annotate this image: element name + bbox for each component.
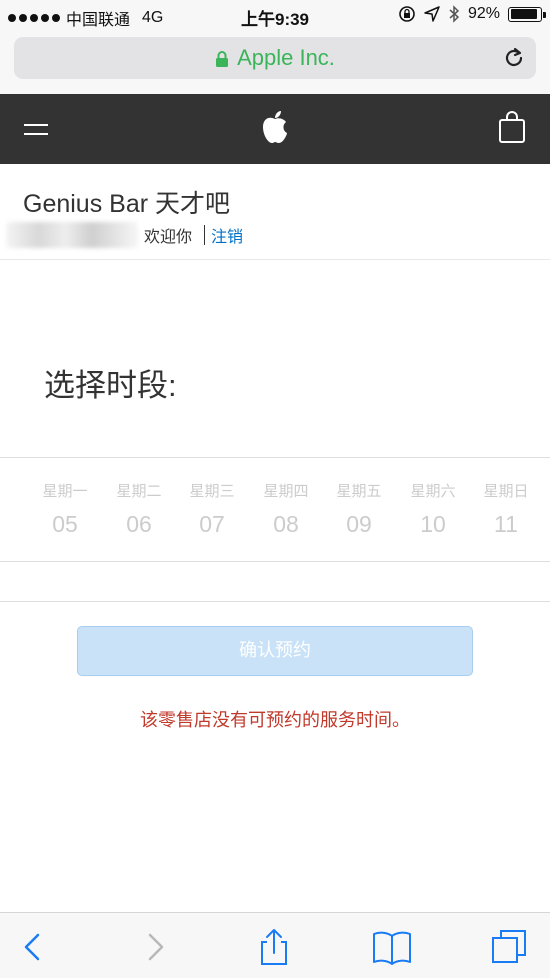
signout-link[interactable]: 注销 [211, 223, 243, 247]
day-option[interactable]: 星期二 06 [104, 480, 174, 538]
bluetooth-icon [449, 5, 460, 23]
network-type: 4G [142, 9, 164, 26]
day-option[interactable]: 星期一 05 [30, 480, 100, 538]
no-availability-message: 该零售店没有可预约的服务时间。 [140, 710, 410, 730]
day-option[interactable]: 星期日 11 [471, 480, 541, 538]
date-number: 09 [346, 511, 372, 537]
signal-strength-icon [8, 14, 60, 22]
day-option[interactable]: 星期三 07 [177, 480, 247, 538]
weekday-label: 星期二 [116, 483, 162, 500]
battery-icon [508, 6, 546, 22]
url-field[interactable]: Apple Inc. [14, 37, 536, 79]
back-icon[interactable] [14, 927, 54, 967]
menu-icon[interactable] [22, 119, 50, 139]
status-left: 中国联通 4G [8, 6, 163, 30]
day-option[interactable]: 星期四 08 [251, 480, 321, 538]
date-number: 05 [52, 511, 78, 537]
weekday-label: 星期六 [410, 483, 456, 500]
divider [0, 601, 550, 602]
shopping-bag-icon[interactable] [498, 110, 526, 144]
welcome-text: 欢迎你 [144, 229, 193, 246]
date-number: 07 [199, 511, 225, 537]
user-row: 欢迎你 注销 [6, 222, 243, 248]
status-right: 92% [398, 5, 546, 23]
battery-fill [510, 9, 538, 19]
tabs-icon[interactable] [490, 927, 530, 967]
url-display[interactable]: Apple Inc. [14, 45, 536, 71]
day-option[interactable]: 星期六 10 [398, 480, 468, 538]
weekday-label: 星期一 [42, 483, 88, 500]
date-number: 10 [420, 511, 446, 537]
date-number: 06 [126, 511, 152, 537]
battery-percent: 92% [467, 5, 500, 22]
status-bar: 中国联通 4G 上午9:39 92% [0, 0, 550, 30]
page-header: Genius Bar 天才吧 欢迎你 注销 [0, 164, 550, 260]
choose-timeslot-label: 选择时段: [44, 368, 177, 403]
forward-icon[interactable] [134, 927, 174, 967]
weekday-label: 星期日 [483, 483, 529, 500]
page-title: Genius Bar 天才吧 [23, 190, 231, 218]
day-option[interactable]: 星期五 09 [324, 480, 394, 538]
share-icon[interactable] [254, 927, 294, 967]
reload-icon[interactable] [502, 46, 526, 70]
redacted-username [6, 222, 138, 248]
carrier-name: 中国联通 [66, 12, 131, 29]
date-number: 11 [494, 511, 518, 537]
bookmarks-icon[interactable] [372, 927, 412, 967]
confirm-booking-button[interactable]: 确认预约 [77, 626, 473, 676]
separator [204, 225, 206, 245]
orientation-lock-icon [399, 6, 415, 22]
location-arrow-icon [424, 6, 440, 22]
browser-address-area: Apple Inc. [0, 30, 550, 94]
apple-global-nav [0, 94, 550, 164]
date-number: 08 [273, 511, 299, 537]
weekday-label: 星期三 [189, 483, 235, 500]
lock-icon [216, 51, 229, 68]
url-title: Apple Inc. [237, 45, 335, 70]
weekday-label: 星期五 [336, 483, 382, 500]
date-picker[interactable]: 星期一 05 星期二 06 星期三 07 星期四 08 星期五 09 星期六 1… [0, 457, 550, 562]
weekday-label: 星期四 [263, 483, 309, 500]
apple-logo-icon[interactable] [260, 109, 290, 145]
browser-toolbar [0, 912, 550, 978]
